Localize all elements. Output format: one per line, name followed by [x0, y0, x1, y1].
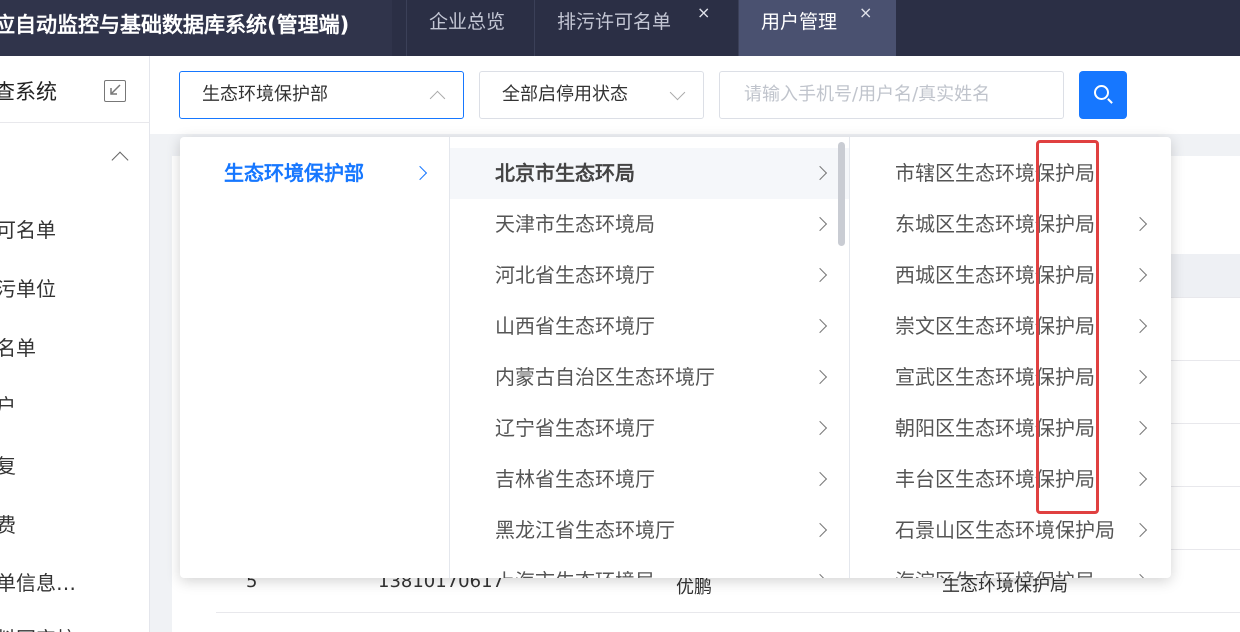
cascader-option-label: 石景山区生态环境保护局	[895, 518, 1115, 542]
cascader-dropdown: 生态环境保护部 北京市生态环局 天津市生态环境局 河北省生态环境厅 山西省生态环…	[180, 137, 1171, 578]
cascader-option[interactable]: 天津市生态环境局	[450, 199, 849, 250]
top-nav-bar: 应自动监控与基础数据库系统(管理端) 企业总览 排污许可名单 × 用户管理 ×	[0, 0, 1240, 56]
chevron-right-icon	[1132, 573, 1148, 578]
chevron-right-icon	[812, 420, 828, 436]
cascader-option[interactable]: 西城区生态环境保护局	[850, 250, 1171, 301]
cascader-option-label: 辽宁省生态环境厅	[495, 416, 655, 440]
cascader-option-label: 河北省生态环境厅	[495, 263, 655, 287]
sidebar-item[interactable]: 污单位	[0, 273, 56, 302]
chevron-right-icon	[812, 369, 828, 385]
cascader-option-label: 吉林省生态环境厅	[495, 467, 655, 491]
department-select[interactable]: 生态环境保护部	[179, 71, 464, 119]
cascader-option[interactable]: 宣武区生态环境保护局	[850, 352, 1171, 403]
highlight-annotation-box	[1036, 140, 1099, 514]
cascader-option[interactable]: 生态环境保护部	[180, 148, 449, 199]
tab-user-management[interactable]: 用户管理 ×	[738, 0, 896, 56]
cascader-option[interactable]: 市辖区生态环境保护局	[850, 148, 1171, 199]
tab-enterprise-overview[interactable]: 企业总览	[406, 0, 534, 56]
status-select-value: 全部启停用状态	[502, 84, 628, 105]
cascader-column-level3: 市辖区生态环境保护局 东城区生态环境保护局 西城区生态环境保护局 崇文区生态环境…	[850, 137, 1171, 578]
close-icon[interactable]: ×	[697, 0, 710, 35]
chevron-down-icon	[669, 84, 686, 101]
cascader-option[interactable]: 内蒙古自治区生态环境厅	[450, 352, 849, 403]
chevron-right-icon	[812, 216, 828, 232]
chevron-right-icon	[1132, 318, 1148, 334]
cascader-option-label: 黑龙江省生态环境厅	[495, 518, 675, 542]
cascader-option[interactable]: 河北省生态环境厅	[450, 250, 849, 301]
tab-label: 用户管理	[761, 11, 838, 33]
department-select-value: 生态环境保护部	[202, 84, 328, 105]
cascader-option-label: 北京市生态环局	[495, 161, 635, 185]
search-input[interactable]: 请输入手机号/用户名/真实姓名	[719, 71, 1064, 119]
collapse-sidebar-icon[interactable]	[104, 80, 126, 102]
cascader-option[interactable]: 东城区生态环境保护局	[850, 199, 1171, 250]
filter-bar: 生态环境保护部 全部启停用状态 请输入手机号/用户名/真实姓名	[150, 56, 1240, 134]
scrollbar[interactable]	[838, 142, 845, 246]
cascader-option[interactable]: 辽宁省生态环境厅	[450, 403, 849, 454]
cascader-option[interactable]: 吉林省生态环境厅	[450, 454, 849, 505]
sidebar-item[interactable]: 复	[0, 450, 16, 479]
tab-discharge-permit-list[interactable]: 排污许可名单 ×	[534, 0, 738, 56]
cascader-option[interactable]: 丰台区生态环境保护局	[850, 454, 1171, 505]
sidebar-item[interactable]: 费	[0, 509, 16, 538]
chevron-right-icon	[812, 471, 828, 487]
cascader-column-level1: 生态环境保护部	[180, 137, 450, 578]
app-title: 应自动监控与基础数据库系统(管理端)	[0, 0, 392, 56]
chevron-right-icon	[1132, 267, 1148, 283]
cascader-option[interactable]: 黑龙江省生态环境厅	[450, 505, 849, 556]
chevron-right-icon	[1132, 420, 1148, 436]
chevron-right-icon	[1132, 369, 1148, 385]
cascader-option[interactable]: 石景山区生态环境保护局	[850, 505, 1171, 556]
chevron-right-icon	[1132, 216, 1148, 232]
sidebar-item[interactable]: 名单	[0, 332, 36, 361]
chevron-right-icon	[1132, 522, 1148, 538]
cascader-option-label: 海淀区生态环境保护局	[895, 569, 1095, 578]
chevron-right-icon	[812, 318, 828, 334]
chevron-right-icon	[812, 522, 828, 538]
cascader-option[interactable]: 山西省生态环境厅	[450, 301, 849, 352]
chevron-right-icon	[812, 165, 828, 181]
search-icon	[1094, 85, 1109, 100]
sidebar-item[interactable]: 可名单	[0, 214, 56, 243]
cascader-option[interactable]: 崇文区生态环境保护局	[850, 301, 1171, 352]
search-input-placeholder: 请输入手机号/用户名/真实姓名	[744, 84, 991, 105]
cascader-option[interactable]: 北京市生态环局	[450, 148, 849, 199]
row-divider	[216, 612, 1240, 613]
sidebar-title: 查系统	[0, 80, 57, 104]
cascader-option[interactable]: 朝阳区生态环境保护局	[850, 403, 1171, 454]
cascader-column-level2: 北京市生态环局 天津市生态环境局 河北省生态环境厅 山西省生态环境厅 内蒙古自治…	[450, 137, 850, 578]
cascader-option-label: 生态环境保护部	[224, 161, 364, 185]
cascader-option-label: 内蒙古自治区生态环境厅	[495, 365, 715, 389]
chevron-right-icon	[812, 267, 828, 283]
sidebar-item[interactable]: 户	[0, 390, 16, 419]
sidebar-item[interactable]: 料固定校	[0, 623, 76, 632]
cascader-option-label: 天津市生态环境局	[495, 212, 655, 236]
sidebar-divider	[0, 122, 150, 123]
chevron-right-icon	[812, 573, 828, 578]
close-icon[interactable]: ×	[859, 0, 872, 35]
tab-label: 企业总览	[429, 11, 506, 33]
chevron-right-icon	[412, 165, 428, 181]
table-header	[1170, 254, 1240, 298]
tab-label: 排污许可名单	[557, 11, 672, 33]
cascader-option[interactable]: 海淀区生态环境保护局	[850, 556, 1171, 578]
search-button[interactable]	[1079, 71, 1127, 119]
chevron-up-icon[interactable]	[111, 151, 129, 169]
sidebar: 查系统 可名单 污单位 名单 户 复 费 单信息… 料固定校	[0, 56, 150, 632]
sidebar-item[interactable]: 单信息…	[0, 567, 76, 596]
chevron-up-icon	[429, 90, 446, 107]
cascader-option-label: 山西省生态环境厅	[495, 314, 655, 338]
cascader-option[interactable]: 上海市生态环境局	[450, 556, 849, 578]
status-select[interactable]: 全部启停用状态	[479, 71, 704, 119]
chevron-right-icon	[1132, 471, 1148, 487]
cascader-option-label: 上海市生态环境局	[495, 569, 655, 578]
